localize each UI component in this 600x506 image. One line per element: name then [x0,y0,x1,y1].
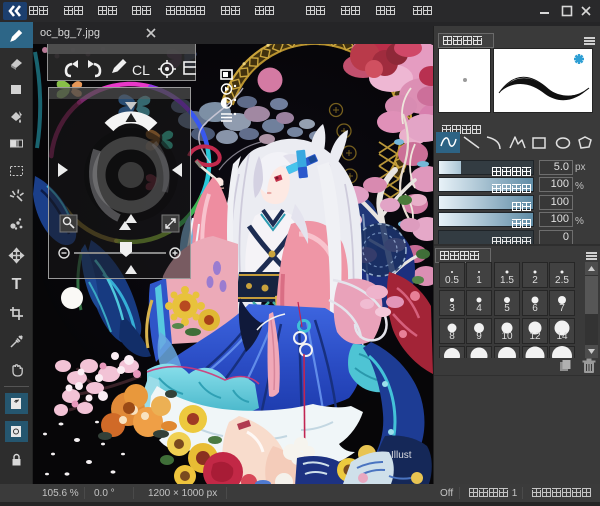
svg-text:Illust: Illust [391,450,412,461]
svg-text:CL: CL [132,62,150,78]
